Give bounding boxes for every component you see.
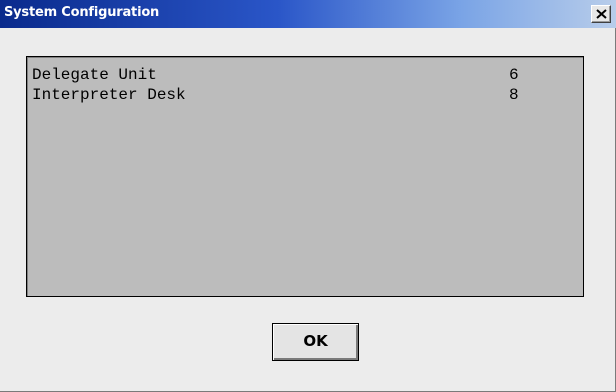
item-label: Interpreter Desk (32, 86, 186, 104)
configuration-list: Delegate Unit 6 Interpreter Desk 8 (26, 56, 584, 297)
list-item-interpreter-desk: Interpreter Desk 8 (32, 85, 572, 105)
item-count: 8 (509, 86, 519, 104)
item-count: 6 (509, 66, 519, 84)
item-label: Delegate Unit (32, 66, 157, 84)
close-button[interactable] (591, 5, 611, 23)
system-configuration-dialog: System Configuration Delegate Unit 6 Int… (0, 0, 616, 392)
ok-button[interactable]: OK (272, 323, 359, 361)
close-icon (596, 9, 607, 19)
title-bar[interactable]: System Configuration (0, 0, 616, 28)
window-title: System Configuration (4, 5, 160, 20)
list-item-delegate-unit: Delegate Unit 6 (32, 65, 572, 85)
